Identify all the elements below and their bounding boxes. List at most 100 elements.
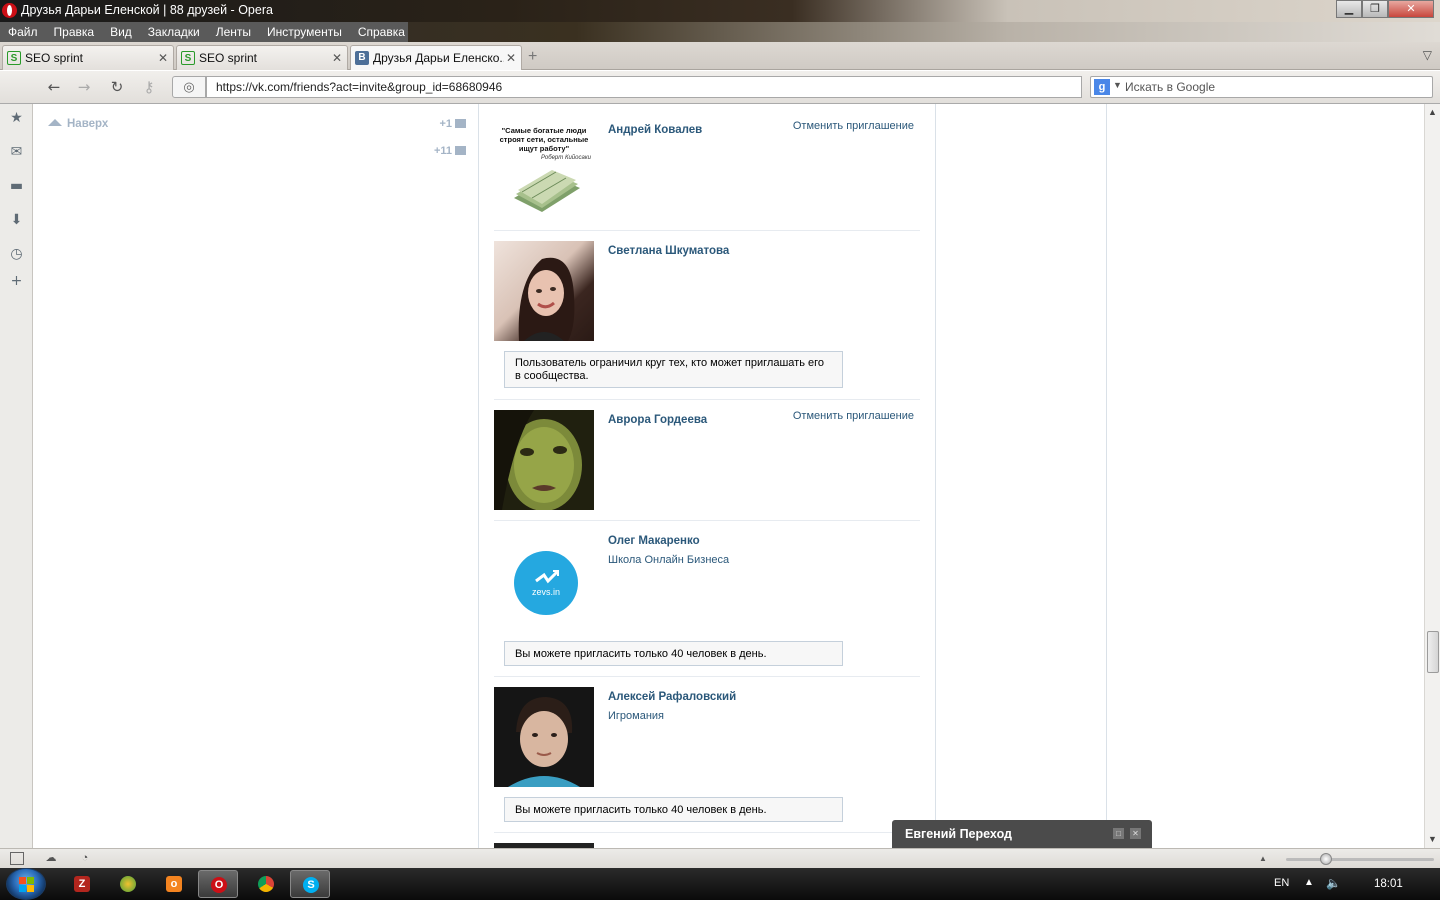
avatar-quote: "Самые богатые люди строят сети, остальн…: [499, 126, 589, 153]
reload-icon[interactable]: ↻: [107, 77, 127, 97]
forward-arrow-icon[interactable]: →: [74, 77, 94, 97]
tab-seo-sprint-1[interactable]: S SEO sprint ✕: [2, 45, 174, 70]
menu-file[interactable]: Файл: [0, 25, 46, 39]
minimize-button[interactable]: ▁: [1336, 0, 1362, 18]
bookmarks-star-icon[interactable]: ★: [8, 110, 25, 127]
avatar[interactable]: zevs.in: [494, 531, 594, 631]
list-item: Светлана Шкуматова Пользователь ограничи…: [494, 231, 920, 400]
tab-vk-friends[interactable]: В Друзья Дарьи Еленско... ✕: [350, 45, 522, 70]
mail-envelope-icon[interactable]: ✉: [8, 144, 25, 161]
turbo-gauge-icon[interactable]: ◔: [78, 852, 92, 865]
menu-help[interactable]: Справка: [350, 25, 413, 39]
opera-logo-icon: [2, 3, 17, 18]
zoom-slider-knob[interactable]: [1320, 853, 1332, 865]
view-options-triangle-icon[interactable]: ▲: [1256, 852, 1270, 865]
taskbar-chrome[interactable]: [246, 870, 286, 898]
tray-expand-arrow-icon[interactable]: ▲: [1304, 877, 1314, 888]
cancel-invite-link[interactable]: Отменить приглашение: [793, 410, 914, 422]
envelope-icon: [455, 119, 466, 128]
add-panel-plus-icon[interactable]: +: [8, 273, 25, 290]
windows-taskbar: Z о O S EN ▲ 🔈 18:01: [0, 868, 1440, 900]
cancel-invite-link[interactable]: Отменить приглашение: [793, 120, 914, 132]
menu-bookmarks[interactable]: Закладки: [140, 25, 208, 39]
tab-seo-sprint-2[interactable]: S SEO sprint ✕: [176, 45, 348, 70]
filezilla-icon: Z: [74, 876, 90, 892]
left-column: Наверх +1 +11: [34, 104, 479, 848]
comments-counter[interactable]: +11: [434, 145, 466, 157]
menu-edit[interactable]: Правка: [46, 25, 103, 39]
tab-bar: S SEO sprint ✕ S SEO sprint ✕ В Друзья Д…: [0, 42, 1440, 70]
new-tab-plus-icon[interactable]: +: [528, 48, 537, 66]
close-window-button[interactable]: ✕: [1388, 0, 1434, 18]
start-button[interactable]: [6, 868, 46, 900]
menu-tools[interactable]: Инструменты: [259, 25, 350, 39]
chat-expand-icon[interactable]: □: [1113, 828, 1124, 839]
friend-name[interactable]: Аврора Гордеева: [608, 414, 707, 426]
opera-unite-cloud-icon[interactable]: ☁: [44, 852, 58, 865]
taskbar-odnoklassniki[interactable]: о: [154, 870, 194, 898]
tab-label: Друзья Дарьи Еленско...: [373, 51, 504, 65]
scrollbar-thumb[interactable]: [1427, 631, 1439, 673]
menu-feeds[interactable]: Ленты: [208, 25, 259, 39]
avatar[interactable]: "Самые богатые люди строят сети, остальн…: [494, 120, 594, 220]
friend-name[interactable]: Алексей Рафаловский: [608, 691, 736, 703]
maximize-button[interactable]: ❐: [1362, 0, 1388, 18]
site-info-globe-icon[interactable]: ◎: [172, 76, 206, 98]
tab-close-icon[interactable]: ✕: [156, 51, 170, 65]
keyboard-language[interactable]: EN: [1274, 877, 1289, 889]
key-wand-icon[interactable]: ⚷: [139, 77, 159, 97]
chat-contact-name[interactable]: Евгений Переход: [905, 827, 1012, 841]
chat-popup[interactable]: Евгений Переход □ ✕: [892, 820, 1152, 848]
scroll-down-arrow-icon[interactable]: ▼: [1428, 834, 1437, 844]
taskbar-filezilla[interactable]: Z: [62, 870, 102, 898]
zevs-logo: zevs.in: [514, 551, 578, 615]
zoom-slider[interactable]: [1286, 853, 1434, 865]
vk-favicon-icon: В: [355, 51, 369, 65]
clock[interactable]: 18:01: [1374, 878, 1403, 890]
list-item: Аврора Гордеева Отменить приглашение: [494, 400, 920, 521]
invite-restriction-notice: Пользователь ограничил круг тех, кто мож…: [504, 351, 843, 388]
taskbar-skype[interactable]: S: [290, 870, 330, 898]
windows-flag-icon: [19, 877, 35, 893]
odnoklassniki-icon: о: [166, 876, 182, 892]
messages-counter[interactable]: +1: [439, 118, 466, 130]
scroll-to-top-link[interactable]: Наверх: [48, 118, 108, 130]
avatar[interactable]: [494, 241, 594, 341]
tab-list-chevron-icon[interactable]: ▽: [1423, 48, 1432, 62]
notes-icon[interactable]: ▬: [8, 178, 25, 195]
list-item: zevs.in Олег Макаренко Школа Онлайн Бизн…: [494, 521, 920, 677]
chat-close-icon[interactable]: ✕: [1130, 828, 1141, 839]
panel-toggle-icon[interactable]: [10, 852, 24, 865]
seo-sprint-favicon-icon: S: [7, 51, 21, 65]
chrome-icon: [258, 876, 274, 892]
url-field[interactable]: https://vk.com/friends?act=invite&group_…: [206, 76, 1082, 98]
chevron-down-icon[interactable]: ▼: [1113, 80, 1122, 90]
friend-name[interactable]: Олег Макаренко: [608, 535, 700, 547]
tab-close-icon[interactable]: ✕: [330, 51, 344, 65]
back-arrow-icon[interactable]: ←: [44, 77, 64, 97]
tab-label: SEO sprint: [25, 51, 84, 65]
zevs-logo-text: zevs.in: [531, 587, 560, 597]
friend-group[interactable]: Игромания: [608, 710, 664, 722]
search-input[interactable]: [1125, 78, 1425, 96]
list-item: Алексей Рафаловский Игромания Вы можете …: [494, 677, 920, 833]
friend-name[interactable]: Светлана Шкуматова: [608, 245, 729, 257]
taskbar-opera[interactable]: O: [198, 870, 238, 898]
search-box[interactable]: g ▼: [1090, 76, 1433, 98]
page-scrollbar[interactable]: ▲ ▼: [1424, 104, 1440, 848]
downloads-icon[interactable]: ⬇: [8, 212, 25, 229]
history-clock-icon[interactable]: ◷: [8, 246, 25, 263]
google-search-engine-icon[interactable]: g: [1094, 79, 1110, 95]
menu-view[interactable]: Вид: [102, 25, 140, 39]
friend-name[interactable]: Андрей Ковалев: [608, 124, 702, 136]
taskbar-app-green[interactable]: [108, 870, 148, 898]
friend-group[interactable]: Школа Онлайн Бизнеса: [608, 554, 729, 566]
seo-sprint-favicon-icon: S: [181, 51, 195, 65]
friends-list: "Самые богатые люди строят сети, остальн…: [494, 104, 920, 848]
tab-close-icon[interactable]: ✕: [504, 51, 518, 65]
avatar[interactable]: [494, 687, 594, 787]
invite-limit-notice: Вы можете пригласить только 40 человек в…: [504, 641, 843, 666]
avatar[interactable]: [494, 410, 594, 510]
volume-speaker-icon[interactable]: 🔈: [1326, 876, 1341, 890]
scroll-up-arrow-icon[interactable]: ▲: [1428, 107, 1437, 117]
